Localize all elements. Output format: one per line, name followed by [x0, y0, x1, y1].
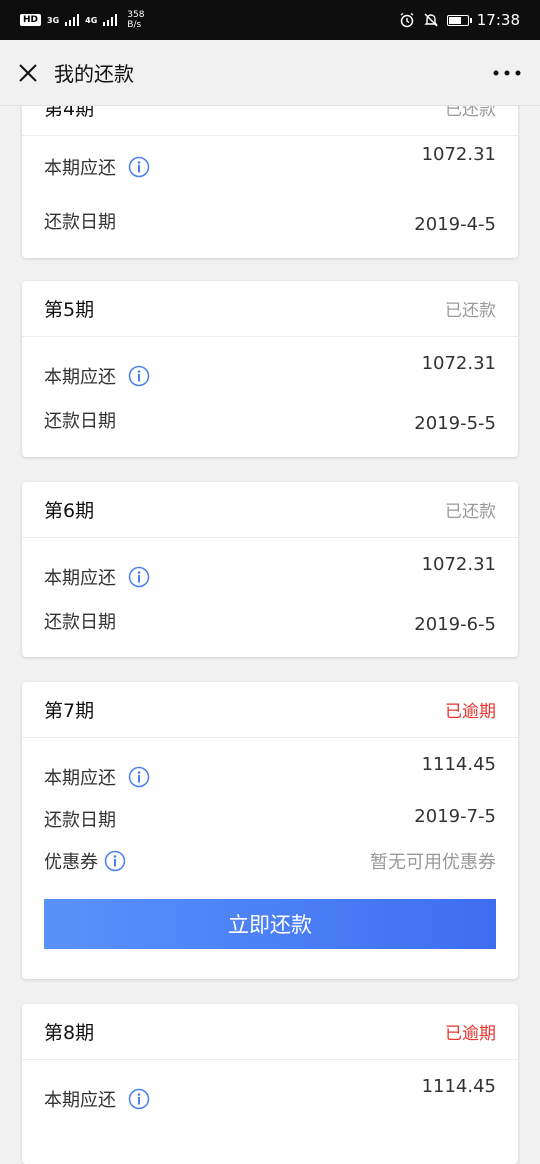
close-icon: [19, 63, 37, 82]
alarm-icon: [400, 12, 414, 28]
date-row: 还款日期 2019-4-5: [44, 206, 496, 236]
clock: 17:38: [476, 11, 520, 29]
amount-row: 本期应还 1114.45: [44, 754, 496, 790]
date-row: 还款日期 2019-7-5: [44, 806, 496, 832]
amount-row: 本期应还 1072.31: [44, 144, 496, 180]
page-title: 我的还款: [54, 62, 134, 86]
hd-badge: HD: [20, 14, 42, 26]
date-label: 还款日期: [44, 611, 116, 633]
more-dots-icon: [493, 70, 521, 75]
date-row: 还款日期 2019-6-5: [44, 606, 496, 636]
more-button[interactable]: [490, 61, 524, 85]
installment-card-7: 第7期 已逾期 本期应还 1114.45 还款日期 2019-7-5 优惠券 暂…: [22, 682, 518, 979]
installment-card-5: 第5期 已还款 本期应还 1072.31 还款日期 2019-5-5: [22, 281, 518, 457]
date-label: 还款日期: [44, 410, 116, 432]
battery-icon: [446, 14, 472, 26]
amount-value: 1072.31: [421, 554, 496, 575]
amount-row: 本期应还 1114.45: [44, 1076, 496, 1112]
battery-level: [448, 16, 462, 24]
card-header: 第6期 已还款: [22, 482, 518, 538]
date-value: 2019-4-5: [414, 214, 496, 235]
amount-label: 本期应还: [44, 1086, 150, 1112]
installment-card-8: 第8期 已逾期 本期应还 1114.45: [22, 1004, 518, 1164]
period-label: 第5期: [44, 299, 95, 321]
coupon-row[interactable]: 优惠券 暂无可用优惠券: [44, 848, 496, 874]
status-badge: 已还款: [445, 301, 496, 321]
app-header: 我的还款: [0, 40, 540, 106]
date-value: 2019-6-5: [414, 614, 496, 635]
date-value: 2019-7-5: [414, 806, 496, 827]
amount-row: 本期应还 1072.31: [44, 554, 496, 590]
amount-label: 本期应还: [44, 564, 150, 590]
network-type-1: 3G: [47, 15, 60, 25]
amount-label-text: 本期应还: [44, 1090, 116, 1111]
info-icon[interactable]: [128, 1088, 150, 1110]
period-label: 第8期: [44, 1022, 95, 1044]
mute-bell-icon: [424, 13, 438, 27]
amount-value: 1114.45: [421, 754, 496, 775]
period-label: 第7期: [44, 700, 95, 722]
amount-label-text: 本期应还: [44, 768, 116, 789]
speed-value: 358: [127, 10, 145, 20]
info-icon[interactable]: [104, 850, 126, 872]
status-badge: 已还款: [445, 502, 496, 522]
coupon-value: 暂无可用优惠券: [370, 852, 496, 873]
info-icon[interactable]: [128, 566, 150, 588]
installment-card-4: 第4期 已还款 本期应还 1072.31 还款日期 2019-4-5: [22, 80, 518, 258]
date-value: 2019-5-5: [414, 413, 496, 434]
amount-label-text: 本期应还: [44, 158, 116, 179]
status-badge: 已逾期: [445, 702, 496, 722]
network-speed: 358 B/s: [127, 10, 144, 30]
status-badge: 已逾期: [445, 1024, 496, 1044]
signal-icon: [65, 14, 80, 26]
amount-value: 1072.31: [421, 144, 496, 165]
amount-value: 1114.45: [421, 1076, 496, 1097]
info-icon[interactable]: [128, 365, 150, 387]
amount-label: 本期应还: [44, 154, 150, 180]
coupon-label: 优惠券: [44, 848, 126, 874]
signal-icon: [103, 14, 118, 26]
amount-label: 本期应还: [44, 764, 150, 790]
amount-value: 1072.31: [421, 353, 496, 374]
status-bar-right: 17:38: [399, 11, 520, 29]
status-bar-left: HD 3G 4G 358 B/s: [20, 10, 144, 30]
amount-label-text: 本期应还: [44, 367, 116, 388]
card-header: 第7期 已逾期: [22, 682, 518, 738]
pay-now-button[interactable]: 立即还款: [44, 899, 496, 949]
installment-card-6: 第6期 已还款 本期应还 1072.31 还款日期 2019-6-5: [22, 482, 518, 657]
card-header: 第8期 已逾期: [22, 1004, 518, 1060]
date-label: 还款日期: [44, 810, 116, 831]
card-header: 第5期 已还款: [22, 281, 518, 337]
amount-label: 本期应还: [44, 363, 150, 389]
date-row: 还款日期 2019-5-5: [44, 405, 496, 435]
network-type-2: 4G: [85, 15, 98, 25]
date-label: 还款日期: [44, 211, 116, 233]
info-icon[interactable]: [128, 156, 150, 178]
info-icon[interactable]: [128, 766, 150, 788]
status-bar: HD 3G 4G 358 B/s 17:38: [0, 0, 540, 40]
amount-row: 本期应还 1072.31: [44, 353, 496, 389]
close-button[interactable]: [16, 61, 40, 85]
amount-label-text: 本期应还: [44, 568, 116, 589]
coupon-label-text: 优惠券: [44, 852, 98, 873]
speed-unit: B/s: [127, 20, 142, 30]
period-label: 第6期: [44, 500, 95, 522]
